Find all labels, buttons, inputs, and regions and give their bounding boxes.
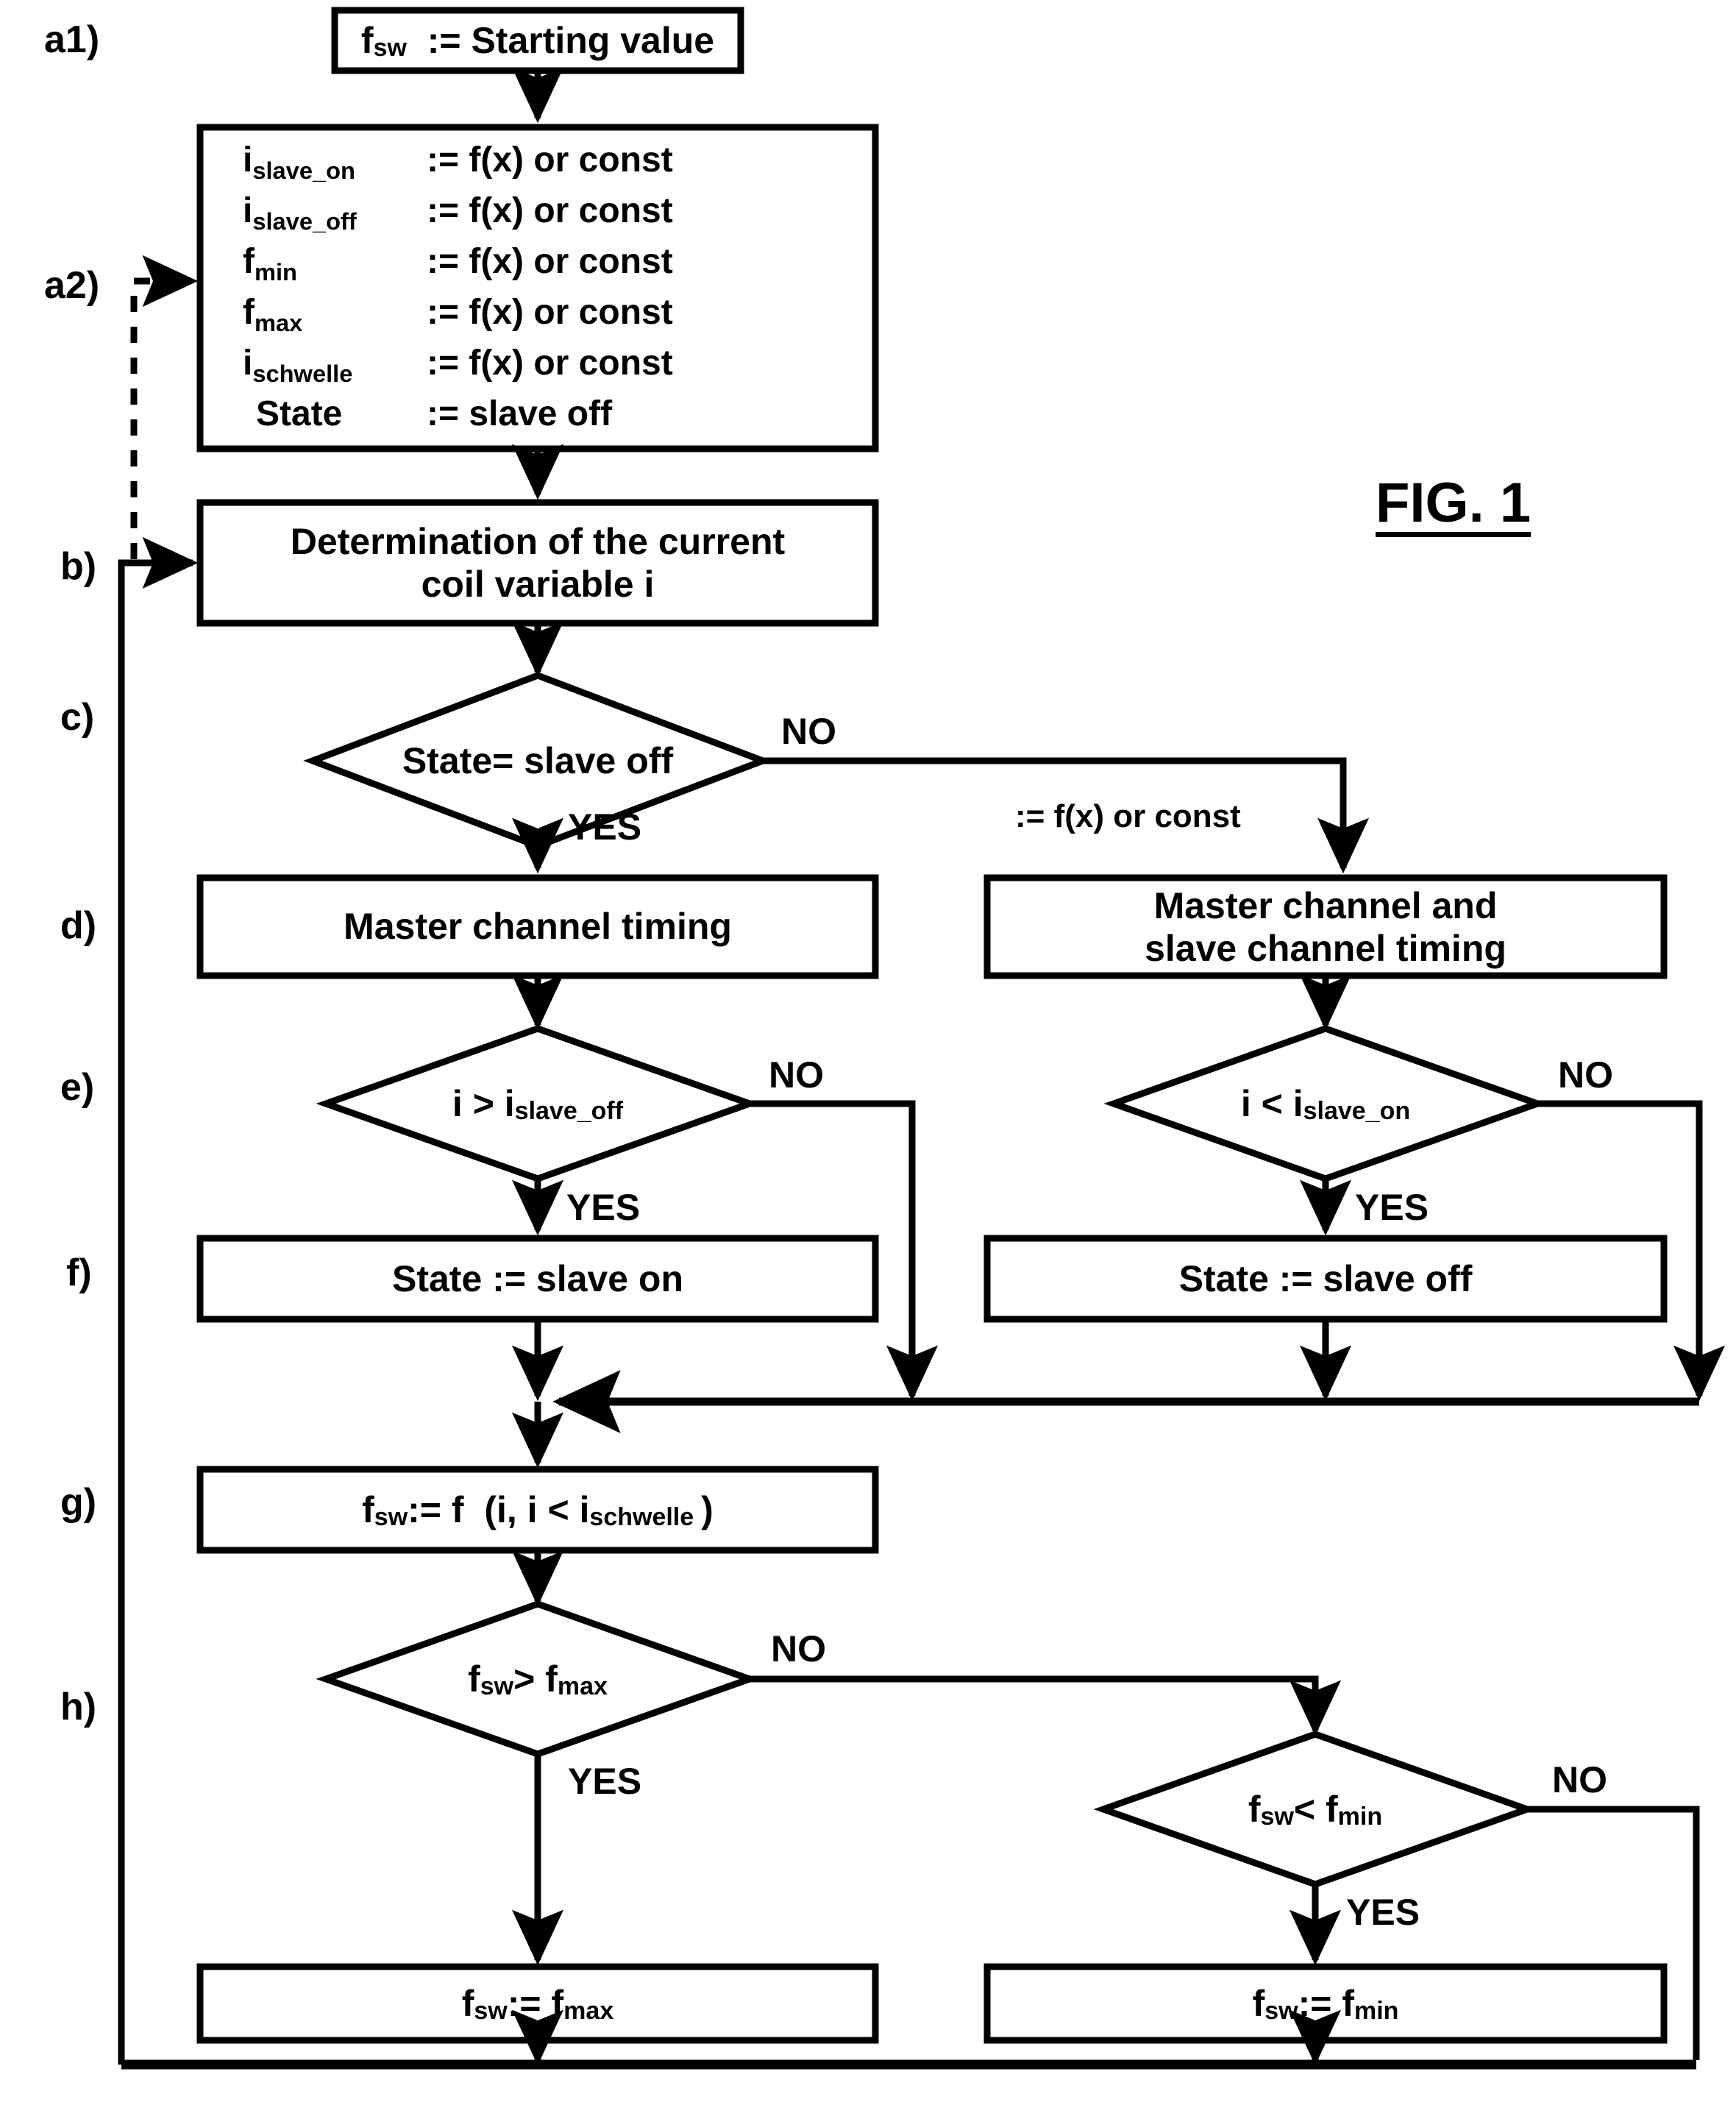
node-f-right-box — [983, 1235, 1668, 1323]
init-row-name: fmax — [243, 293, 303, 336]
step-label-f: f) — [66, 1252, 92, 1294]
init-row-value: := f(x) or const — [427, 191, 673, 230]
edge-label-e-right-yes: YES — [1355, 1187, 1429, 1228]
node-e-left-decision-diamond — [316, 1025, 760, 1182]
step-label-d: d) — [60, 904, 97, 947]
step-label-g: g) — [60, 1481, 97, 1524]
step-label-h: h) — [60, 1686, 97, 1728]
edge-label-c-no: NO — [781, 711, 836, 752]
node-d-master-box — [196, 874, 879, 979]
edge-label-e-right-no: NO — [1558, 1054, 1613, 1096]
init-row-value: := f(x) or const — [427, 293, 673, 332]
edge-hmax-no — [750, 1675, 1342, 1736]
figure-title: FIG. 1 — [1376, 472, 1532, 534]
edge-label-e-left-yes: YES — [566, 1187, 641, 1228]
init-row-value: := f(x) or const — [427, 141, 673, 180]
edge-label-c-annotation: := f(x) or const — [1015, 798, 1241, 834]
flowchart-figure: FIG. 1 a1) a2) b) c) d) e) f) g) h) f sw … — [0, 0, 1736, 2119]
node-h-lt-min-diamond — [1093, 1731, 1537, 1888]
init-row-name: State — [256, 394, 343, 433]
node-g-box — [196, 1466, 879, 1554]
init-row: ischwelle := f(x) or const — [243, 343, 673, 387]
init-row: State := slave off — [243, 394, 673, 434]
node-e-right-decision-diamond — [1103, 1025, 1548, 1182]
node-a2-init-list: islave_on := f(x) or const islave_off := f… — [243, 140, 673, 434]
step-label-a2: a2) — [44, 264, 100, 307]
step-label-c: c) — [60, 696, 95, 739]
node-f-left-box — [196, 1235, 879, 1323]
node-h-set-min-box — [983, 1963, 1668, 2044]
node-b-determine-box — [196, 499, 879, 627]
init-row-name: fmin — [243, 242, 297, 285]
edge-dashed-trunk-to-a2 — [130, 255, 199, 559]
init-row-value: := slave off — [427, 394, 613, 433]
init-row-name: ischwelle — [243, 344, 353, 387]
init-row-value: := f(x) or const — [427, 344, 673, 383]
node-a1-start-box — [331, 7, 744, 74]
step-label-e: e) — [60, 1066, 95, 1109]
init-row-value: := f(x) or const — [427, 242, 673, 281]
init-row: fmin := f(x) or const — [243, 241, 673, 285]
node-h-set-max-box — [196, 1963, 879, 2044]
init-row: islave_on := f(x) or const — [243, 140, 673, 184]
init-row: islave_off := f(x) or const — [243, 191, 673, 235]
init-row-name: islave_off — [243, 191, 357, 235]
edge-left-trunk-to-b — [118, 536, 199, 2065]
init-row: fmax := f(x) or const — [243, 292, 673, 336]
edge-label-e-left-no: NO — [769, 1054, 824, 1096]
node-h-gt-max-diamond — [316, 1600, 760, 1758]
node-d-master-slave-box — [983, 874, 1668, 979]
step-label-a1: a1) — [44, 18, 100, 61]
edge-label-h-min-yes: YES — [1346, 1892, 1420, 1933]
step-label-b: b) — [60, 545, 97, 588]
edge-label-h-max-no: NO — [771, 1628, 826, 1669]
init-row-name: islave_on — [243, 141, 355, 184]
edge-label-c-yes: YES — [568, 806, 642, 848]
edge-label-h-max-yes: YES — [568, 1761, 642, 1802]
edge-label-h-min-no: NO — [1552, 1759, 1607, 1800]
node-c-decision-diamond — [303, 672, 772, 850]
